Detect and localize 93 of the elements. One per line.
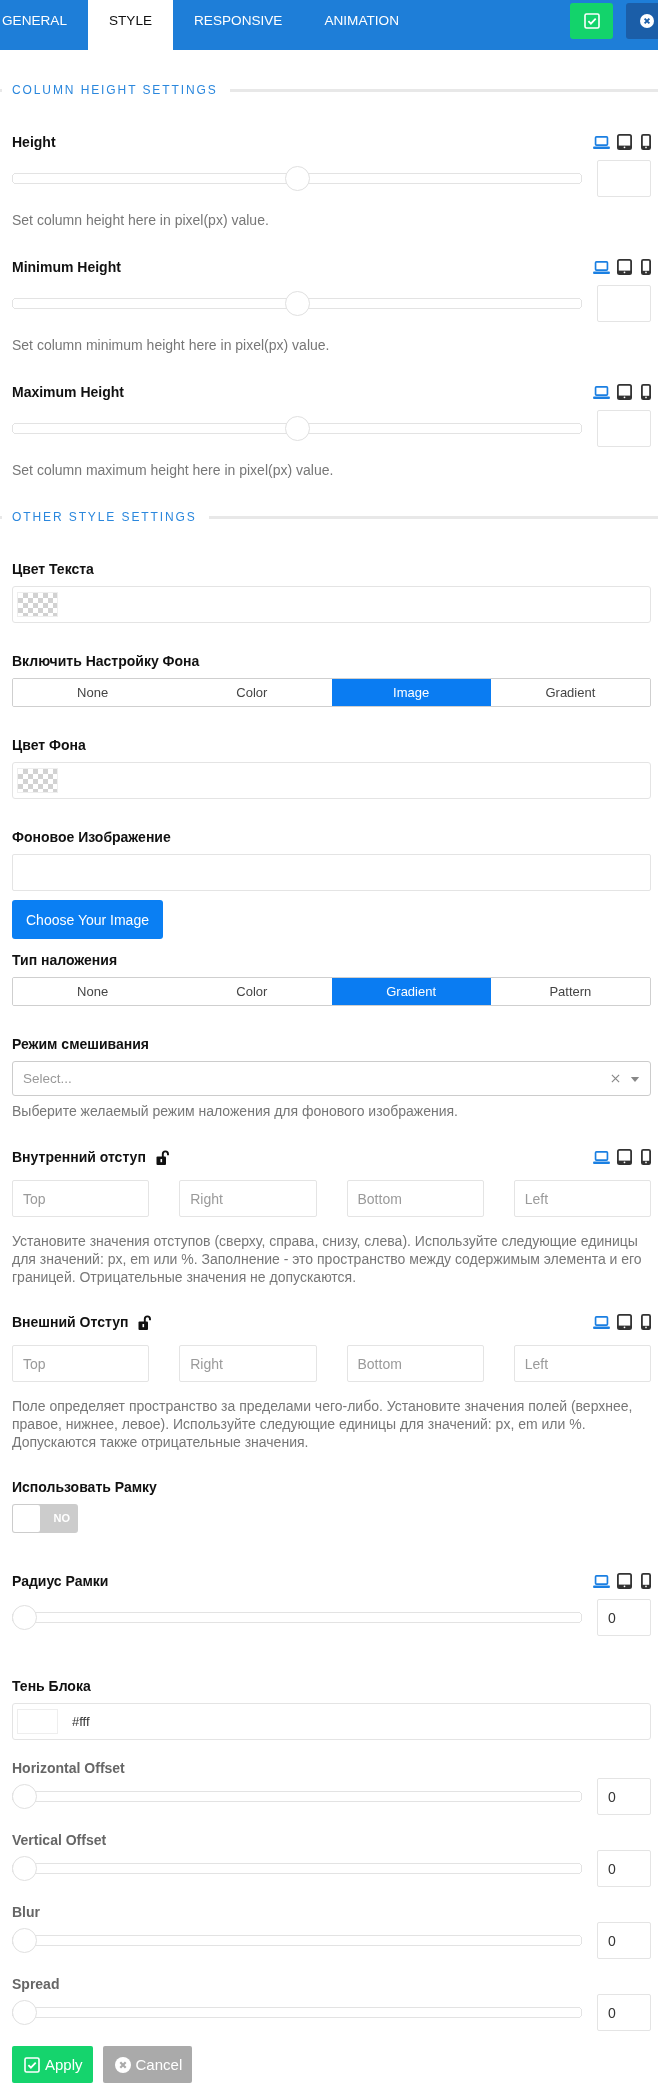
tab[interactable]: RESPONSIVE bbox=[173, 0, 304, 50]
tablet-icon[interactable] bbox=[617, 384, 632, 400]
tablet-icon[interactable] bbox=[617, 1149, 632, 1165]
value-input[interactable]: 0 bbox=[597, 1599, 651, 1636]
spacing-input[interactable]: Left bbox=[513, 1180, 651, 1217]
segment-option[interactable]: Image bbox=[331, 679, 491, 706]
phone-icon[interactable] bbox=[641, 1573, 651, 1589]
laptop-icon[interactable] bbox=[593, 260, 610, 274]
field-label: Цвет Фона bbox=[12, 736, 86, 755]
tablet-icon[interactable] bbox=[617, 1573, 632, 1589]
field-label: Фоновое Изображение bbox=[12, 828, 171, 847]
laptop-icon[interactable] bbox=[593, 1574, 610, 1588]
spacing-input[interactable]: Top bbox=[12, 1180, 150, 1217]
laptop-icon[interactable] bbox=[593, 135, 610, 149]
slider-thumb[interactable] bbox=[284, 416, 310, 441]
field-label: Maximum Height bbox=[12, 383, 124, 402]
spacing-input[interactable]: Bottom bbox=[346, 1345, 484, 1382]
value-input[interactable] bbox=[597, 160, 651, 197]
unlock-icon[interactable] bbox=[138, 1314, 153, 1330]
spacing-input[interactable]: Right bbox=[179, 1180, 317, 1217]
laptop-icon[interactable] bbox=[593, 1315, 610, 1329]
field-label: Цвет Текста bbox=[12, 560, 94, 579]
laptop-icon[interactable] bbox=[593, 385, 610, 399]
color-field[interactable]: #fff bbox=[12, 1703, 651, 1740]
swatch-icon bbox=[17, 768, 58, 793]
close-icon bbox=[640, 14, 654, 28]
value-input[interactable]: 0 bbox=[597, 1778, 651, 1815]
slider-thumb[interactable] bbox=[284, 166, 310, 191]
color-value: #fff bbox=[72, 1714, 90, 1729]
help-text: Set column minimum height here in pixel(px) value. bbox=[12, 336, 331, 354]
close-button[interactable] bbox=[626, 3, 658, 39]
toggle-knob bbox=[13, 1505, 40, 1532]
phone-icon[interactable] bbox=[641, 259, 651, 275]
tab[interactable]: GENERAL bbox=[0, 0, 88, 50]
help-text: Поле определяет пространство за пределами чего-либо. Установите значения полей (верхнее, правое, нижнее, левое). Используйте следующие единицы для значений: px, em или %. Допускаются также отрицательные значения. bbox=[12, 1397, 634, 1451]
segment-option[interactable]: Gradient bbox=[331, 978, 491, 1005]
image-url-field[interactable] bbox=[12, 854, 651, 891]
checkbox-icon bbox=[583, 13, 600, 29]
phone-icon[interactable] bbox=[641, 134, 651, 150]
slider-thumb[interactable] bbox=[12, 2000, 37, 2025]
slider-thumb[interactable] bbox=[12, 1856, 37, 1881]
color-field[interactable] bbox=[12, 586, 651, 623]
value-input[interactable]: 0 bbox=[597, 1922, 651, 1959]
swatch-icon bbox=[17, 592, 58, 617]
field-label: Minimum Height bbox=[12, 258, 121, 277]
tab[interactable]: STYLE bbox=[87, 0, 174, 50]
value-input[interactable]: 0 bbox=[597, 1994, 651, 2031]
field-label: Horizontal Offset bbox=[12, 1759, 125, 1778]
save-button[interactable] bbox=[570, 3, 613, 39]
checkbox-icon bbox=[24, 2056, 40, 2073]
laptop-icon[interactable] bbox=[593, 1150, 610, 1164]
slider-thumb[interactable] bbox=[12, 1605, 37, 1630]
field-label: Внутренний отступ bbox=[12, 1148, 146, 1167]
tab[interactable]: ANIMATION bbox=[303, 0, 420, 50]
spacing-input[interactable]: Bottom bbox=[346, 1180, 484, 1217]
help-text: Установите значения отступов (сверху, справа, снизу, слева). Используйте следующие единицы для значений: px, em или %. Заполнение - это пространство между содержимым элемента и его границей. Отрицательные значения не допускаются. bbox=[12, 1232, 643, 1286]
color-field[interactable] bbox=[12, 762, 651, 799]
value-input[interactable] bbox=[597, 285, 651, 322]
phone-icon[interactable] bbox=[641, 1314, 651, 1330]
phone-icon[interactable] bbox=[641, 384, 651, 400]
field-label: Режим смешивания bbox=[12, 1035, 149, 1054]
spacing-input[interactable]: Right bbox=[179, 1345, 317, 1382]
unlock-icon[interactable] bbox=[155, 1149, 170, 1165]
spacing-input[interactable]: Left bbox=[513, 1345, 651, 1382]
section-title: COLUMN HEIGHT SETTINGS bbox=[12, 82, 218, 99]
help-text: Выберите желаемый режим наложения для фонового изображения. bbox=[12, 1102, 459, 1120]
tablet-icon[interactable] bbox=[617, 259, 632, 275]
caret-icon[interactable] bbox=[630, 1077, 640, 1082]
phone-icon[interactable] bbox=[641, 1149, 651, 1165]
field-label: Height bbox=[12, 133, 56, 152]
value-input[interactable]: 0 bbox=[597, 1850, 651, 1887]
field-label: Тип наложения bbox=[12, 951, 118, 970]
close-icon bbox=[114, 2056, 131, 2073]
help-text: Set column height here in pixel(px) value. bbox=[12, 211, 270, 229]
field-label: Использовать Рамку bbox=[12, 1478, 157, 1497]
slider-thumb[interactable] bbox=[12, 1784, 37, 1809]
slider-thumb[interactable] bbox=[284, 291, 310, 316]
field-label: Внешний Отступ bbox=[12, 1313, 129, 1332]
section-title: OTHER STYLE SETTINGS bbox=[12, 509, 197, 526]
slider-thumb[interactable] bbox=[12, 1928, 37, 1953]
choose-image-button[interactable]: Choose Your Image bbox=[12, 900, 163, 939]
clear-icon[interactable] bbox=[611, 1074, 620, 1083]
spacing-input[interactable]: Top bbox=[12, 1345, 150, 1382]
field-label: Включить Настройку Фона bbox=[12, 652, 200, 671]
help-text: Set column maximum height here in pixel(px) value. bbox=[12, 461, 335, 479]
value-input[interactable] bbox=[597, 410, 651, 447]
field-label: Тень Блока bbox=[12, 1677, 91, 1696]
tablet-icon[interactable] bbox=[617, 134, 632, 150]
field-label: Vertical Offset bbox=[12, 1831, 107, 1850]
field-label: Spread bbox=[12, 1975, 60, 1994]
field-label: Blur bbox=[12, 1903, 40, 1922]
tablet-icon[interactable] bbox=[617, 1314, 632, 1330]
field-label: Радиус Рамки bbox=[12, 1572, 109, 1591]
